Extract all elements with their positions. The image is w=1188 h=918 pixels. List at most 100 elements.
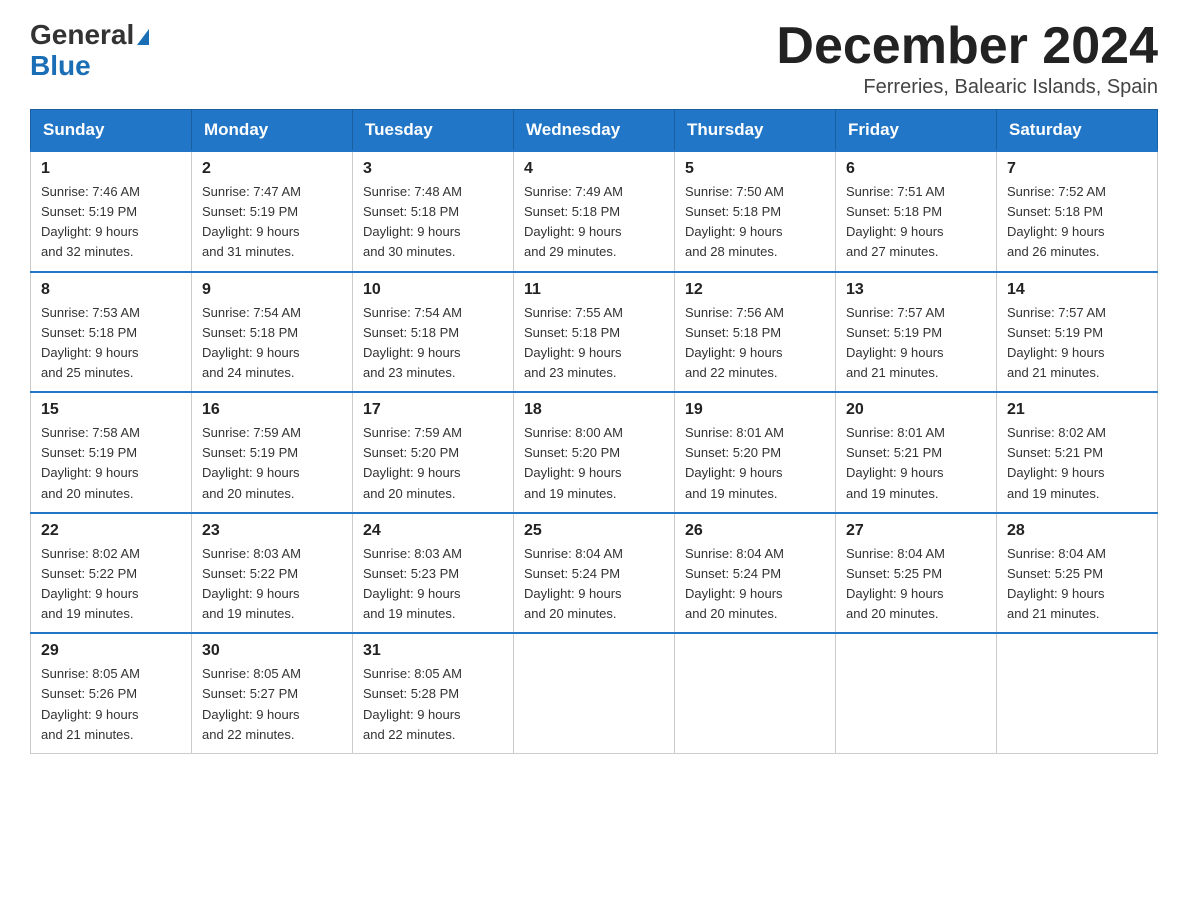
day-info: Sunrise: 8:00 AMSunset: 5:20 PMDaylight:…: [524, 423, 664, 504]
day-number: 20: [846, 401, 986, 419]
day-number: 22: [41, 522, 181, 540]
title-section: December 2024 Ferreries, Balearic Island…: [776, 20, 1158, 99]
calendar-cell: 10 Sunrise: 7:54 AMSunset: 5:18 PMDayligh…: [353, 272, 514, 393]
day-number: 29: [41, 642, 181, 660]
logo-blue-text: Blue: [30, 51, 91, 82]
calendar-cell: 14 Sunrise: 7:57 AMSunset: 5:19 PMDayligh…: [997, 272, 1158, 393]
col-header-saturday: Saturday: [997, 110, 1158, 152]
day-info: Sunrise: 7:46 AMSunset: 5:19 PMDaylight:…: [41, 182, 181, 263]
day-info: Sunrise: 7:48 AMSunset: 5:18 PMDaylight:…: [363, 182, 503, 263]
calendar-cell: 31 Sunrise: 8:05 AMSunset: 5:28 PMDayligh…: [353, 633, 514, 753]
day-number: 23: [202, 522, 342, 540]
page-header: General Blue December 2024 Ferreries, Ba…: [30, 20, 1158, 99]
day-number: 26: [685, 522, 825, 540]
calendar-cell: [997, 633, 1158, 753]
day-number: 31: [363, 642, 503, 660]
day-info: Sunrise: 7:50 AMSunset: 5:18 PMDaylight:…: [685, 182, 825, 263]
month-title: December 2024: [776, 20, 1158, 72]
calendar-cell: 24 Sunrise: 8:03 AMSunset: 5:23 PMDayligh…: [353, 513, 514, 634]
calendar-cell: [514, 633, 675, 753]
week-row-3: 15Sunrise: 7:58 AMSunset: 5:19 PMDayligh…: [31, 392, 1158, 513]
week-row-4: 22 Sunrise: 8:02 AMSunset: 5:22 PMDayligh…: [31, 513, 1158, 634]
calendar-cell: 26 Sunrise: 8:04 AMSunset: 5:24 PMDayligh…: [675, 513, 836, 634]
day-number: 2: [202, 160, 342, 178]
calendar-cell: 16 Sunrise: 7:59 AMSunset: 5:19 PMDayligh…: [192, 392, 353, 513]
day-info: Sunrise: 7:59 AMSunset: 5:20 PMDaylight:…: [363, 423, 503, 504]
day-info: Sunrise: 8:01 AMSunset: 5:20 PMDaylight:…: [685, 423, 825, 504]
day-number: 19: [685, 401, 825, 419]
day-info: Sunrise: 8:05 AMSunset: 5:26 PMDaylight:…: [41, 664, 181, 745]
day-info: Sunrise: 7:57 AMSunset: 5:19 PMDaylight:…: [1007, 303, 1147, 384]
location-subtitle: Ferreries, Balearic Islands, Spain: [776, 76, 1158, 99]
day-number: 10: [363, 281, 503, 299]
day-number: 28: [1007, 522, 1147, 540]
day-number: 16: [202, 401, 342, 419]
col-header-friday: Friday: [836, 110, 997, 152]
day-info: Sunrise: 7:54 AMSunset: 5:18 PMDaylight:…: [202, 303, 342, 384]
day-number: 18: [524, 401, 664, 419]
day-info: Sunrise: 7:56 AMSunset: 5:18 PMDaylight:…: [685, 303, 825, 384]
day-number: 21: [1007, 401, 1147, 419]
day-info: Sunrise: 8:05 AMSunset: 5:27 PMDaylight:…: [202, 664, 342, 745]
day-number: 1: [41, 160, 181, 178]
day-info: Sunrise: 8:04 AMSunset: 5:25 PMDaylight:…: [846, 544, 986, 625]
day-info: Sunrise: 8:03 AMSunset: 5:23 PMDaylight:…: [363, 544, 503, 625]
day-info: Sunrise: 7:53 AMSunset: 5:18 PMDaylight:…: [41, 303, 181, 384]
calendar-cell: 23 Sunrise: 8:03 AMSunset: 5:22 PMDayligh…: [192, 513, 353, 634]
col-header-sunday: Sunday: [31, 110, 192, 152]
day-number: 4: [524, 160, 664, 178]
week-row-5: 29 Sunrise: 8:05 AMSunset: 5:26 PMDayligh…: [31, 633, 1158, 753]
day-info: Sunrise: 7:57 AMSunset: 5:19 PMDaylight:…: [846, 303, 986, 384]
day-number: 13: [846, 281, 986, 299]
col-header-thursday: Thursday: [675, 110, 836, 152]
calendar-cell: 30 Sunrise: 8:05 AMSunset: 5:27 PMDayligh…: [192, 633, 353, 753]
day-info: Sunrise: 7:59 AMSunset: 5:19 PMDaylight:…: [202, 423, 342, 504]
calendar-cell: 8Sunrise: 7:53 AMSunset: 5:18 PMDaylight…: [31, 272, 192, 393]
day-info: Sunrise: 7:51 AMSunset: 5:18 PMDaylight:…: [846, 182, 986, 263]
calendar-cell: 17 Sunrise: 7:59 AMSunset: 5:20 PMDayligh…: [353, 392, 514, 513]
day-info: Sunrise: 8:02 AMSunset: 5:22 PMDaylight:…: [41, 544, 181, 625]
day-number: 3: [363, 160, 503, 178]
day-info: Sunrise: 8:04 AMSunset: 5:24 PMDaylight:…: [524, 544, 664, 625]
calendar-cell: 3 Sunrise: 7:48 AMSunset: 5:18 PMDaylight…: [353, 151, 514, 272]
day-number: 5: [685, 160, 825, 178]
col-header-monday: Monday: [192, 110, 353, 152]
day-info: Sunrise: 7:47 AMSunset: 5:19 PMDaylight:…: [202, 182, 342, 263]
day-info: Sunrise: 7:49 AMSunset: 5:18 PMDaylight:…: [524, 182, 664, 263]
calendar-cell: 11Sunrise: 7:55 AMSunset: 5:18 PMDayligh…: [514, 272, 675, 393]
day-number: 30: [202, 642, 342, 660]
calendar-cell: 29 Sunrise: 8:05 AMSunset: 5:26 PMDayligh…: [31, 633, 192, 753]
day-number: 27: [846, 522, 986, 540]
day-info: Sunrise: 8:05 AMSunset: 5:28 PMDaylight:…: [363, 664, 503, 745]
day-info: Sunrise: 8:04 AMSunset: 5:25 PMDaylight:…: [1007, 544, 1147, 625]
calendar-cell: 1 Sunrise: 7:46 AMSunset: 5:19 PMDaylight…: [31, 151, 192, 272]
col-header-tuesday: Tuesday: [353, 110, 514, 152]
day-info: Sunrise: 8:03 AMSunset: 5:22 PMDaylight:…: [202, 544, 342, 625]
week-row-2: 8Sunrise: 7:53 AMSunset: 5:18 PMDaylight…: [31, 272, 1158, 393]
logo: General Blue: [30, 20, 149, 82]
day-info: Sunrise: 8:04 AMSunset: 5:24 PMDaylight:…: [685, 544, 825, 625]
calendar-cell: 7Sunrise: 7:52 AMSunset: 5:18 PMDaylight…: [997, 151, 1158, 272]
calendar-cell: 27 Sunrise: 8:04 AMSunset: 5:25 PMDayligh…: [836, 513, 997, 634]
day-number: 11: [524, 281, 664, 299]
col-header-wednesday: Wednesday: [514, 110, 675, 152]
calendar-cell: 22 Sunrise: 8:02 AMSunset: 5:22 PMDayligh…: [31, 513, 192, 634]
calendar-cell: 19 Sunrise: 8:01 AMSunset: 5:20 PMDayligh…: [675, 392, 836, 513]
calendar-table: SundayMondayTuesdayWednesdayThursdayFrid…: [30, 109, 1158, 754]
day-number: 24: [363, 522, 503, 540]
day-number: 25: [524, 522, 664, 540]
calendar-cell: 21 Sunrise: 8:02 AMSunset: 5:21 PMDayligh…: [997, 392, 1158, 513]
calendar-cell: 2 Sunrise: 7:47 AMSunset: 5:19 PMDaylight…: [192, 151, 353, 272]
calendar-cell: [675, 633, 836, 753]
day-info: Sunrise: 7:54 AMSunset: 5:18 PMDaylight:…: [363, 303, 503, 384]
day-info: Sunrise: 7:52 AMSunset: 5:18 PMDaylight:…: [1007, 182, 1147, 263]
day-info: Sunrise: 8:01 AMSunset: 5:21 PMDaylight:…: [846, 423, 986, 504]
day-number: 14: [1007, 281, 1147, 299]
day-number: 15: [41, 401, 181, 419]
day-number: 17: [363, 401, 503, 419]
calendar-cell: [836, 633, 997, 753]
calendar-cell: 28 Sunrise: 8:04 AMSunset: 5:25 PMDayligh…: [997, 513, 1158, 634]
day-info: Sunrise: 8:02 AMSunset: 5:21 PMDaylight:…: [1007, 423, 1147, 504]
calendar-cell: 4 Sunrise: 7:49 AMSunset: 5:18 PMDaylight…: [514, 151, 675, 272]
logo-general-text: General: [30, 20, 149, 51]
